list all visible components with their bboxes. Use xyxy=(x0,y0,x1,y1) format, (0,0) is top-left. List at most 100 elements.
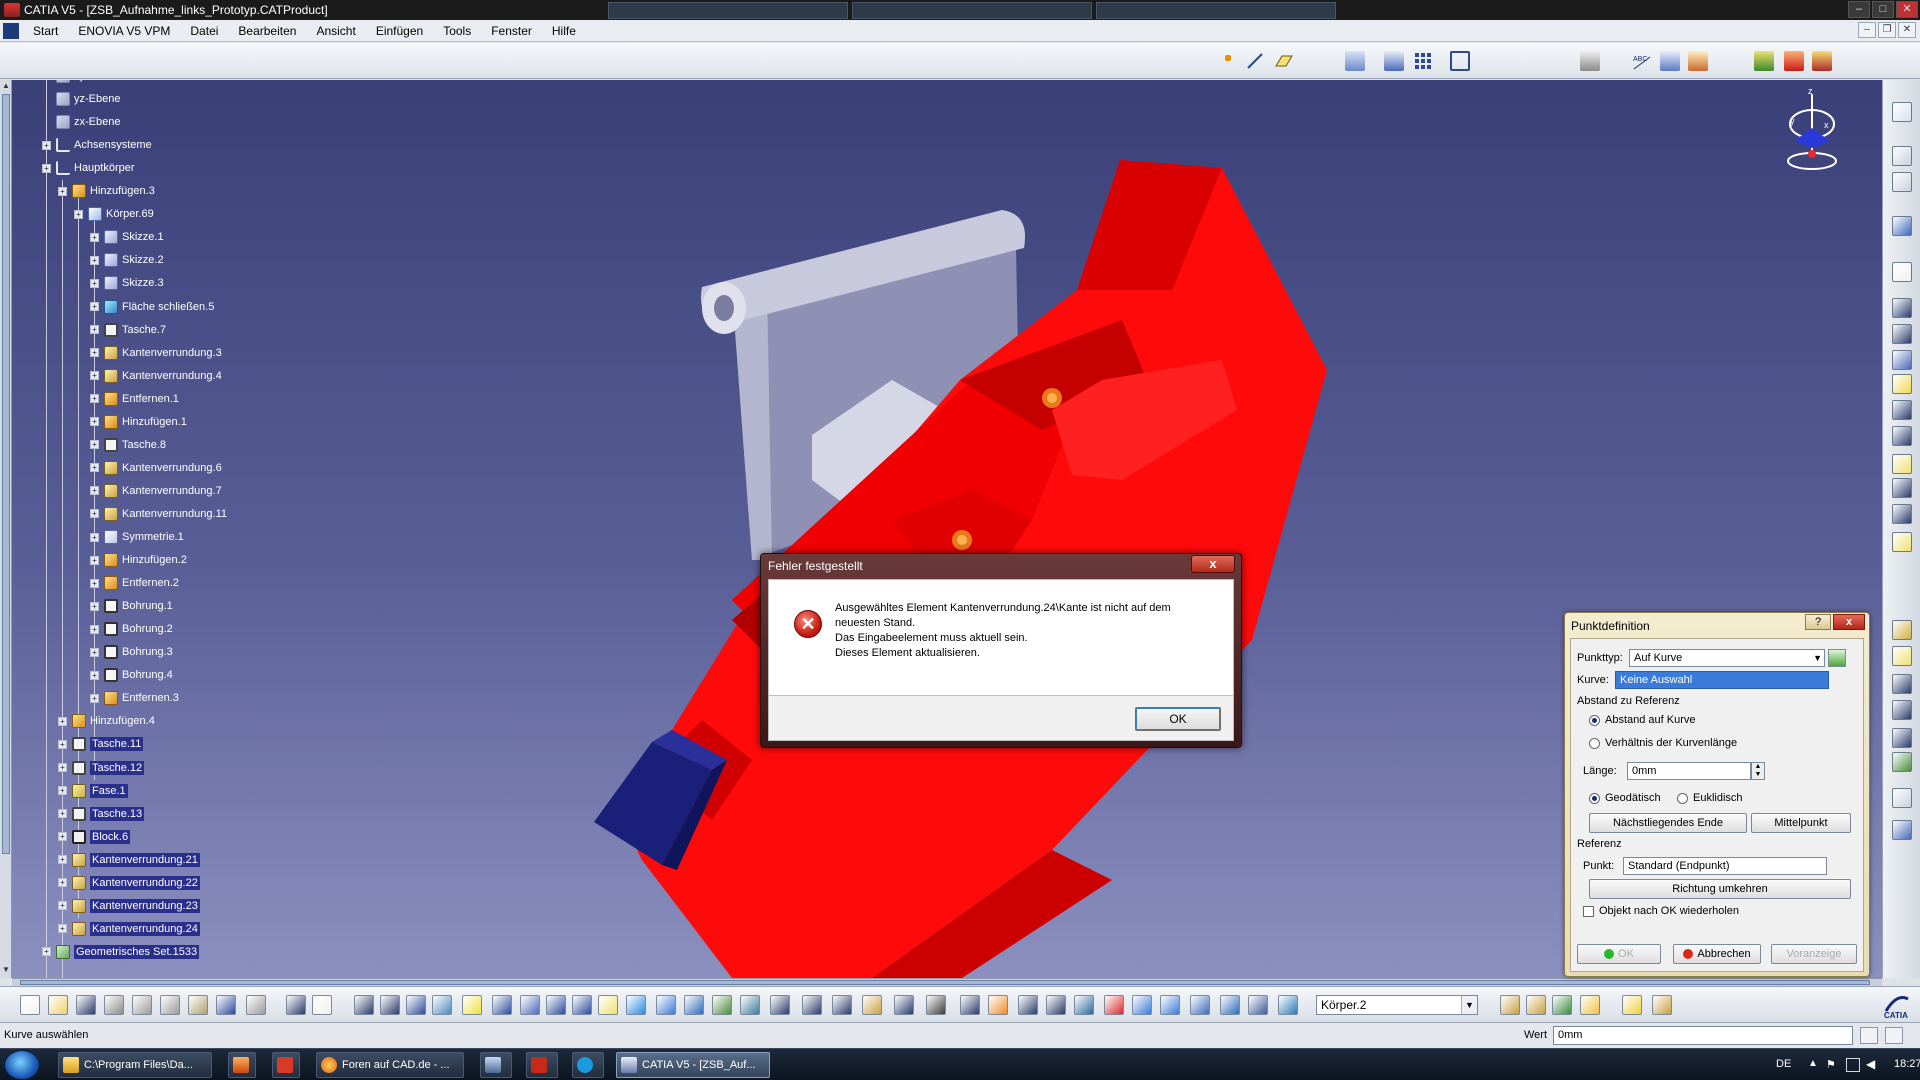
naechstliegendes-ende-button[interactable]: Nächstliegendes Ende xyxy=(1589,813,1747,833)
tree-expander-icon[interactable]: + xyxy=(90,624,99,634)
bottom-tool-icon[interactable] xyxy=(1552,995,1572,1015)
taskbar-item-firefox[interactable]: Foren auf CAD.de - ... xyxy=(316,1052,464,1078)
bottom-tool-icon[interactable] xyxy=(48,995,68,1015)
maximize-button[interactable]: □ xyxy=(1872,1,1894,18)
menu-datei[interactable]: Datei xyxy=(180,20,228,42)
point-ok-button[interactable]: OK xyxy=(1577,944,1661,964)
power-input-icon[interactable] xyxy=(1860,1027,1878,1044)
menu-einfuegen[interactable]: Einfügen xyxy=(366,20,433,42)
bottom-tool-icon[interactable] xyxy=(246,995,266,1015)
tree-node[interactable]: + Entfernen.2 xyxy=(90,573,179,593)
menu-enovia[interactable]: ENOVIA V5 VPM xyxy=(68,20,180,42)
wert-input[interactable]: 0mm xyxy=(1553,1026,1853,1045)
laenge-input[interactable]: 0mm xyxy=(1627,762,1751,780)
tree-node[interactable]: + Symmetrie.1 xyxy=(90,527,184,547)
tree-node[interactable]: + Kantenverrundung.21 xyxy=(58,850,200,870)
menu-fenster[interactable]: Fenster xyxy=(481,20,542,42)
arrow-up-icon[interactable]: ▲ xyxy=(1808,1058,1818,1069)
right-tool-icon[interactable] xyxy=(1892,262,1912,282)
volume-icon[interactable]: ◀ xyxy=(1866,1057,1875,1071)
bottom-tool-icon[interactable] xyxy=(684,995,704,1015)
compass-icon[interactable]: x y z xyxy=(1772,86,1852,176)
tree-node[interactable]: + Fase.1 xyxy=(58,781,128,801)
bottom-tool-icon[interactable] xyxy=(354,995,374,1015)
tree-node[interactable]: + Kantenverrundung.22 xyxy=(58,873,200,893)
bottom-tool-icon[interactable] xyxy=(1046,995,1066,1015)
tree-node[interactable]: + Hauptkörper xyxy=(42,158,135,178)
tree-node[interactable]: + Block.6 xyxy=(58,827,131,847)
tree-node[interactable]: + Kantenverrundung.6 xyxy=(90,458,222,478)
bottom-tool-icon[interactable] xyxy=(656,995,676,1015)
scroll-down-icon[interactable]: ▼ xyxy=(2,966,10,974)
point-dialog-close-button[interactable]: x xyxy=(1833,614,1865,630)
tree-node[interactable]: + Tasche.8 xyxy=(90,435,166,455)
line-icon[interactable] xyxy=(1245,51,1265,71)
flag-icon[interactable]: ⚑ xyxy=(1826,1058,1840,1072)
tree-node[interactable]: + Bohrung.2 xyxy=(90,619,173,639)
tree-expander-icon[interactable]: + xyxy=(90,463,99,473)
tree-expander-icon[interactable]: + xyxy=(90,601,99,611)
tree-node[interactable]: + Geometrisches Set.1533 xyxy=(42,942,200,962)
tree-expander-icon[interactable]: + xyxy=(90,670,99,680)
grid-snap-icon[interactable] xyxy=(1384,51,1404,71)
menu-bearbeiten[interactable]: Bearbeiten xyxy=(228,20,306,42)
bottom-tool-icon[interactable] xyxy=(598,995,618,1015)
tree-node[interactable]: + Tasche.13 xyxy=(58,804,145,824)
cube-view-icon[interactable] xyxy=(1580,51,1600,71)
bottom-tool-icon[interactable] xyxy=(1018,995,1038,1015)
kurve-field[interactable]: Keine Auswahl xyxy=(1615,671,1829,689)
bottom-tool-icon[interactable] xyxy=(462,995,482,1015)
radio-euklidisch[interactable]: Euklidisch xyxy=(1677,792,1743,804)
taskbar-item-catia[interactable]: CATIA V5 - [ZSB_Auf... xyxy=(616,1052,770,1078)
tree-expander-icon[interactable]: + xyxy=(74,209,83,219)
bottom-tool-icon[interactable] xyxy=(1160,995,1180,1015)
scrollbar-thumb[interactable] xyxy=(2,94,10,854)
tree-node[interactable]: + Kantenverrundung.3 xyxy=(90,343,222,363)
tree-expander-icon[interactable]: + xyxy=(90,371,99,381)
bottom-tool-icon[interactable] xyxy=(132,995,152,1015)
tree-node[interactable]: + Skizze.1 xyxy=(90,227,164,247)
punkt-field[interactable]: Standard (Endpunkt) xyxy=(1623,857,1827,875)
right-tool-icon[interactable] xyxy=(1892,728,1912,748)
bottom-tool-icon[interactable] xyxy=(988,995,1008,1015)
right-tool-icon[interactable] xyxy=(1892,532,1912,552)
menu-start[interactable]: Start xyxy=(23,20,68,42)
tree-node[interactable]: yz-Ebene xyxy=(42,89,120,109)
bottom-tool-icon[interactable] xyxy=(802,995,822,1015)
right-tool-icon[interactable] xyxy=(1892,374,1912,394)
tree-expander-icon[interactable]: + xyxy=(90,325,99,335)
language-indicator[interactable]: DE xyxy=(1776,1058,1791,1070)
bottom-tool-icon[interactable] xyxy=(712,995,732,1015)
tree-expander-icon[interactable]: + xyxy=(90,348,99,358)
taskbar-item-media[interactable] xyxy=(228,1052,256,1078)
bottom-tool-icon[interactable] xyxy=(626,995,646,1015)
bottom-tool-icon[interactable] xyxy=(216,995,236,1015)
grid-icon[interactable] xyxy=(1413,51,1433,71)
right-tool-icon[interactable] xyxy=(1892,700,1912,720)
tree-node[interactable]: + Tasche.7 xyxy=(90,320,166,340)
bottom-tool-icon[interactable] xyxy=(862,995,882,1015)
manual-update-icon[interactable] xyxy=(1812,51,1832,71)
bottom-tool-icon[interactable] xyxy=(832,995,852,1015)
windows-start-orb[interactable] xyxy=(4,1050,40,1080)
bottom-tool-icon[interactable] xyxy=(1278,995,1298,1015)
tree-expander-icon[interactable]: + xyxy=(90,417,99,427)
right-tool-icon[interactable] xyxy=(1892,752,1912,772)
constraint-icon[interactable] xyxy=(1345,51,1365,71)
bottom-tool-icon[interactable] xyxy=(1622,995,1642,1015)
bottom-tool-icon[interactable] xyxy=(572,995,592,1015)
tree-expander-icon[interactable]: + xyxy=(58,786,67,796)
bottom-tool-icon[interactable] xyxy=(312,995,332,1015)
tree-expander-icon[interactable]: + xyxy=(42,140,51,150)
tree-node[interactable]: + Bohrung.1 xyxy=(90,596,173,616)
tree-node[interactable]: + Entfernen.1 xyxy=(90,389,179,409)
tree-expander-icon[interactable]: + xyxy=(90,647,99,657)
bottom-tool-icon[interactable] xyxy=(380,995,400,1015)
bottom-tool-icon[interactable] xyxy=(1220,995,1240,1015)
tree-node[interactable]: + Tasche.11 xyxy=(58,734,144,754)
tree-expander-icon[interactable]: + xyxy=(58,186,67,196)
body-select-dropdown[interactable]: Körper.2 ▼ xyxy=(1316,995,1478,1015)
bottom-tool-icon[interactable] xyxy=(926,995,946,1015)
doc-close-button[interactable]: ✕ xyxy=(1898,22,1916,38)
tree-node[interactable]: + Kantenverrundung.4 xyxy=(90,366,222,386)
